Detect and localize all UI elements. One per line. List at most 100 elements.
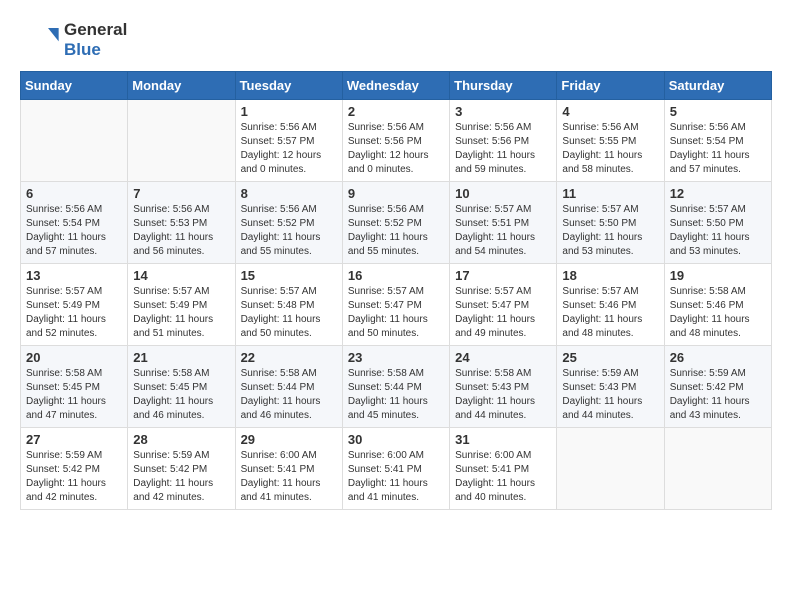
- cell-info: Sunrise: 5:59 AMSunset: 5:43 PMDaylight:…: [562, 367, 658, 423]
- weekday-header: Tuesday: [235, 71, 342, 99]
- calendar-cell: 28Sunrise: 5:59 AMSunset: 5:42 PMDayligh…: [128, 427, 235, 509]
- cell-info: Sunrise: 5:56 AMSunset: 5:54 PMDaylight:…: [670, 121, 766, 177]
- calendar-cell: 26 Sunrise: 5:59 AMSunset: 5:42 PMDayligh…: [664, 345, 771, 427]
- calendar-cell: [557, 427, 664, 509]
- cell-info: Sunrise: 5:59 AMSunset: 5:42 PMDaylight:…: [26, 449, 122, 505]
- day-number: 17: [455, 268, 551, 283]
- cell-info: Sunrise: 5:57 AMSunset: 5:46 PMDaylight:…: [562, 285, 658, 341]
- cell-info: Sunrise: 6:00 AMSunset: 5:41 PMDaylight:…: [455, 449, 551, 505]
- day-number: 4: [562, 104, 658, 119]
- cell-info: Sunrise: 5:57 AMSunset: 5:49 PMDaylight:…: [133, 285, 229, 341]
- calendar-week-row: 27 Sunrise: 5:59 AMSunset: 5:42 PMDayligh…: [21, 427, 772, 509]
- cell-info: Sunrise: 5:58 AMSunset: 5:46 PMDaylight:…: [670, 285, 766, 341]
- day-number: 31: [455, 432, 551, 447]
- calendar-cell: 21Sunrise: 5:58 AMSunset: 5:45 PMDayligh…: [128, 345, 235, 427]
- cell-info: Sunrise: 5:56 AMSunset: 5:56 PMDaylight:…: [348, 121, 444, 177]
- day-number: 12: [670, 186, 766, 201]
- calendar-cell: 20 Sunrise: 5:58 AMSunset: 5:45 PMDayligh…: [21, 345, 128, 427]
- weekday-header: Friday: [557, 71, 664, 99]
- calendar-table: SundayMondayTuesdayWednesdayThursdayFrid…: [20, 71, 772, 510]
- calendar-cell: 16 Sunrise: 5:57 AMSunset: 5:47 PMDayligh…: [342, 263, 449, 345]
- cell-info: Sunrise: 5:56 AMSunset: 5:52 PMDaylight:…: [241, 203, 337, 259]
- logo-general: General: [64, 20, 127, 40]
- calendar-cell: 8Sunrise: 5:56 AMSunset: 5:52 PMDaylight…: [235, 181, 342, 263]
- cell-info: Sunrise: 5:57 AMSunset: 5:50 PMDaylight:…: [562, 203, 658, 259]
- cell-info: Sunrise: 5:57 AMSunset: 5:49 PMDaylight:…: [26, 285, 122, 341]
- day-number: 7: [133, 186, 229, 201]
- day-number: 9: [348, 186, 444, 201]
- weekday-header-row: SundayMondayTuesdayWednesdayThursdayFrid…: [21, 71, 772, 99]
- cell-info: Sunrise: 5:57 AMSunset: 5:47 PMDaylight:…: [348, 285, 444, 341]
- calendar-cell: 13 Sunrise: 5:57 AMSunset: 5:49 PMDayligh…: [21, 263, 128, 345]
- cell-info: Sunrise: 5:56 AMSunset: 5:52 PMDaylight:…: [348, 203, 444, 259]
- cell-info: Sunrise: 5:57 AMSunset: 5:48 PMDaylight:…: [241, 285, 337, 341]
- day-number: 13: [26, 268, 122, 283]
- cell-info: Sunrise: 5:57 AMSunset: 5:51 PMDaylight:…: [455, 203, 551, 259]
- calendar-cell: 2 Sunrise: 5:56 AMSunset: 5:56 PMDaylight…: [342, 99, 449, 181]
- calendar-cell: 27 Sunrise: 5:59 AMSunset: 5:42 PMDayligh…: [21, 427, 128, 509]
- calendar-week-row: 13 Sunrise: 5:57 AMSunset: 5:49 PMDayligh…: [21, 263, 772, 345]
- weekday-header: Thursday: [450, 71, 557, 99]
- calendar-cell: 5Sunrise: 5:56 AMSunset: 5:54 PMDaylight…: [664, 99, 771, 181]
- day-number: 29: [241, 432, 337, 447]
- cell-info: Sunrise: 5:59 AMSunset: 5:42 PMDaylight:…: [670, 367, 766, 423]
- weekday-header: Wednesday: [342, 71, 449, 99]
- day-number: 14: [133, 268, 229, 283]
- calendar-week-row: 20 Sunrise: 5:58 AMSunset: 5:45 PMDayligh…: [21, 345, 772, 427]
- day-number: 30: [348, 432, 444, 447]
- day-number: 6: [26, 186, 122, 201]
- day-number: 27: [26, 432, 122, 447]
- day-number: 3: [455, 104, 551, 119]
- cell-info: Sunrise: 5:58 AMSunset: 5:45 PMDaylight:…: [133, 367, 229, 423]
- day-number: 25: [562, 350, 658, 365]
- calendar-cell: [21, 99, 128, 181]
- weekday-header: Saturday: [664, 71, 771, 99]
- cell-info: Sunrise: 5:56 AMSunset: 5:56 PMDaylight:…: [455, 121, 551, 177]
- calendar-cell: 1 Sunrise: 5:56 AMSunset: 5:57 PMDaylight…: [235, 99, 342, 181]
- calendar-cell: [128, 99, 235, 181]
- page-header: GeneralBlue: [20, 20, 772, 61]
- cell-info: Sunrise: 5:58 AMSunset: 5:44 PMDaylight:…: [348, 367, 444, 423]
- calendar-cell: 31 Sunrise: 6:00 AMSunset: 5:41 PMDayligh…: [450, 427, 557, 509]
- cell-info: Sunrise: 5:59 AMSunset: 5:42 PMDaylight:…: [133, 449, 229, 505]
- calendar-cell: 19Sunrise: 5:58 AMSunset: 5:46 PMDayligh…: [664, 263, 771, 345]
- day-number: 24: [455, 350, 551, 365]
- cell-info: Sunrise: 6:00 AMSunset: 5:41 PMDaylight:…: [241, 449, 337, 505]
- day-number: 26: [670, 350, 766, 365]
- cell-info: Sunrise: 5:56 AMSunset: 5:53 PMDaylight:…: [133, 203, 229, 259]
- day-number: 18: [562, 268, 658, 283]
- cell-info: Sunrise: 5:58 AMSunset: 5:44 PMDaylight:…: [241, 367, 337, 423]
- day-number: 1: [241, 104, 337, 119]
- cell-info: Sunrise: 6:00 AMSunset: 5:41 PMDaylight:…: [348, 449, 444, 505]
- logo: GeneralBlue: [20, 20, 127, 61]
- weekday-header: Sunday: [21, 71, 128, 99]
- calendar-cell: 25 Sunrise: 5:59 AMSunset: 5:43 PMDayligh…: [557, 345, 664, 427]
- cell-info: Sunrise: 5:56 AMSunset: 5:55 PMDaylight:…: [562, 121, 658, 177]
- cell-info: Sunrise: 5:57 AMSunset: 5:47 PMDaylight:…: [455, 285, 551, 341]
- calendar-cell: 18 Sunrise: 5:57 AMSunset: 5:46 PMDayligh…: [557, 263, 664, 345]
- logo-icon: [20, 20, 60, 60]
- cell-info: Sunrise: 5:56 AMSunset: 5:57 PMDaylight:…: [241, 121, 337, 177]
- cell-info: Sunrise: 5:58 AMSunset: 5:43 PMDaylight:…: [455, 367, 551, 423]
- day-number: 20: [26, 350, 122, 365]
- day-number: 22: [241, 350, 337, 365]
- weekday-header: Monday: [128, 71, 235, 99]
- day-number: 16: [348, 268, 444, 283]
- calendar-cell: 17 Sunrise: 5:57 AMSunset: 5:47 PMDayligh…: [450, 263, 557, 345]
- calendar-cell: 24 Sunrise: 5:58 AMSunset: 5:43 PMDayligh…: [450, 345, 557, 427]
- calendar-cell: 23Sunrise: 5:58 AMSunset: 5:44 PMDayligh…: [342, 345, 449, 427]
- calendar-cell: 4 Sunrise: 5:56 AMSunset: 5:55 PMDaylight…: [557, 99, 664, 181]
- calendar-cell: 10Sunrise: 5:57 AMSunset: 5:51 PMDayligh…: [450, 181, 557, 263]
- cell-info: Sunrise: 5:56 AMSunset: 5:54 PMDaylight:…: [26, 203, 122, 259]
- cell-info: Sunrise: 5:58 AMSunset: 5:45 PMDaylight:…: [26, 367, 122, 423]
- calendar-cell: 14 Sunrise: 5:57 AMSunset: 5:49 PMDayligh…: [128, 263, 235, 345]
- calendar-cell: 9 Sunrise: 5:56 AMSunset: 5:52 PMDaylight…: [342, 181, 449, 263]
- day-number: 11: [562, 186, 658, 201]
- logo-blue: Blue: [64, 40, 127, 60]
- calendar-cell: 7 Sunrise: 5:56 AMSunset: 5:53 PMDaylight…: [128, 181, 235, 263]
- calendar-cell: 22 Sunrise: 5:58 AMSunset: 5:44 PMDayligh…: [235, 345, 342, 427]
- calendar-cell: 29 Sunrise: 6:00 AMSunset: 5:41 PMDayligh…: [235, 427, 342, 509]
- calendar-cell: 30 Sunrise: 6:00 AMSunset: 5:41 PMDayligh…: [342, 427, 449, 509]
- calendar-cell: 6 Sunrise: 5:56 AMSunset: 5:54 PMDaylight…: [21, 181, 128, 263]
- day-number: 2: [348, 104, 444, 119]
